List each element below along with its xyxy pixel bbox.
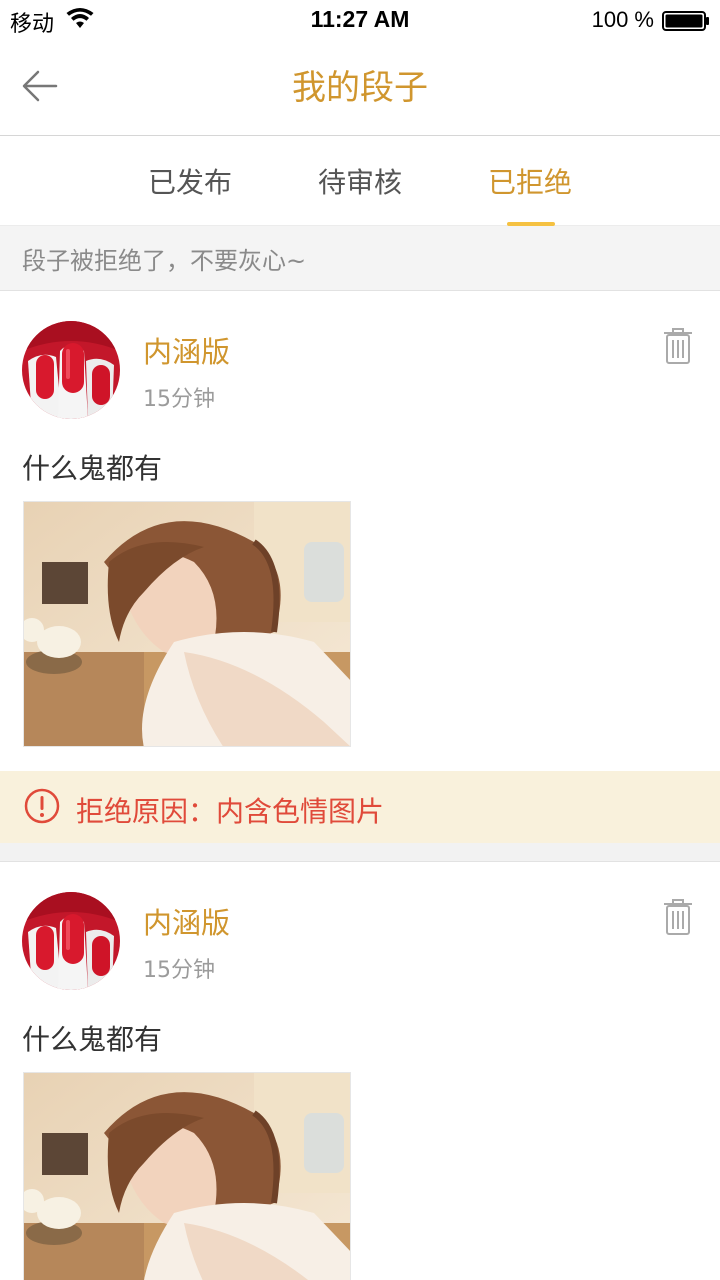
reject-reason-text: 拒绝原因：内含色情图片 — [76, 795, 385, 828]
author-name[interactable]: 内涵版 — [143, 900, 230, 942]
avatar[interactable] — [22, 892, 120, 990]
battery-icon — [662, 11, 709, 31]
trash-icon[interactable] — [658, 896, 698, 938]
post-card: 内涵版 15分钟 什么鬼都有 — [0, 861, 720, 1280]
post-photo[interactable] — [23, 501, 351, 747]
post-time: 15分钟 — [143, 387, 215, 412]
status-bar: 移动 11:27 AM 100 % — [0, 0, 720, 40]
author-name[interactable]: 内涵版 — [143, 329, 230, 371]
nav-bar: 我的段子 — [0, 40, 720, 136]
post-time: 15分钟 — [143, 958, 215, 983]
tab-published[interactable]: 已发布 — [120, 161, 260, 201]
tab-rejected[interactable]: 已拒绝 — [460, 161, 600, 201]
tab-bar: 已发布 待审核 已拒绝 — [0, 137, 720, 226]
battery-percent: 100 % — [591, 7, 654, 32]
alert-circle-icon — [24, 788, 60, 824]
tab-pending[interactable]: 待审核 — [290, 161, 430, 201]
post-card: 内涵版 15分钟 什么鬼都有 — [0, 291, 720, 846]
post-content: 什么鬼都有 — [22, 452, 163, 485]
reject-reason-bar: 拒绝原因：内含色情图片 — [0, 771, 720, 843]
post-photo[interactable] — [23, 1072, 351, 1280]
avatar[interactable] — [22, 321, 120, 419]
trash-icon[interactable] — [658, 325, 698, 367]
post-content: 什么鬼都有 — [22, 1023, 163, 1056]
card-divider — [0, 843, 720, 861]
notice-text: 段子被拒绝了，不要灰心~ — [22, 247, 307, 275]
notice-banner: 段子被拒绝了，不要灰心~ — [0, 226, 720, 291]
page-title: 我的段子 — [292, 68, 428, 108]
